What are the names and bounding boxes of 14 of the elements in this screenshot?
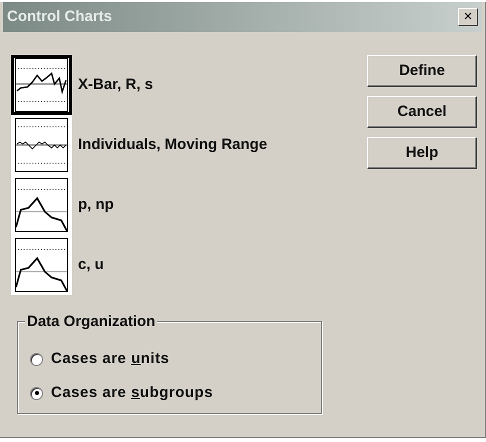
chart-thumbnail-icon[interactable] [11,55,72,115]
close-button[interactable]: × [458,8,478,26]
radio-button[interactable] [30,352,43,366]
chart-type-label[interactable]: p, np [78,194,114,216]
dialog-button[interactable]: Cancel [367,96,477,128]
radio-label[interactable]: Cases are units [51,348,170,370]
dialog-button[interactable]: Define [367,55,477,87]
dialog-button[interactable]: Help [367,137,477,169]
chart-type-label[interactable]: Individuals, Moving Range [78,134,268,156]
chart-type-label[interactable]: c, u [78,254,104,276]
radio-label[interactable]: Cases are subgroups [51,382,214,404]
window-title: Control Charts [7,6,112,27]
radio-button[interactable] [30,386,43,400]
chart-type-label[interactable]: X-Bar, R, s [78,74,154,96]
